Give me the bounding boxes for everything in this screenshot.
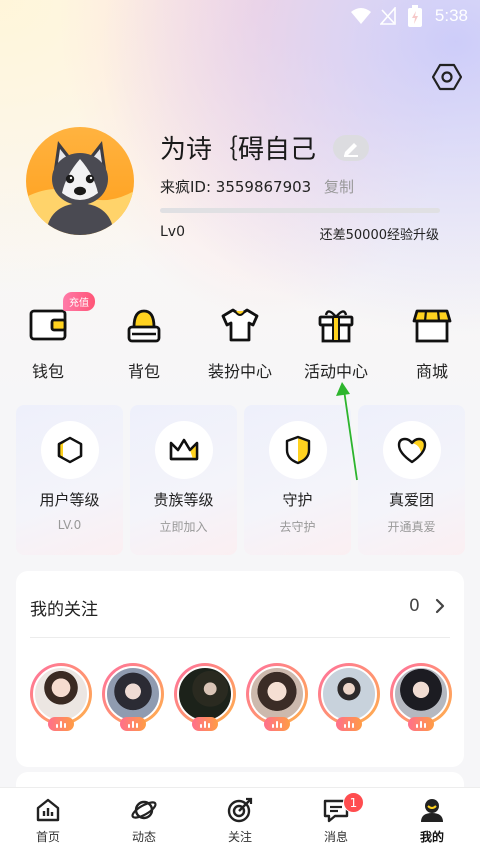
live-indicator-icon xyxy=(408,717,434,731)
live-indicator-icon xyxy=(120,717,146,731)
exp-hint: 还差50000经验升级 xyxy=(319,228,439,243)
wifi-icon xyxy=(351,8,371,24)
pencil-icon xyxy=(344,143,358,157)
nav-home-label: 首页 xyxy=(35,830,60,844)
crown-icon xyxy=(169,438,198,461)
anchor-photo xyxy=(321,666,377,722)
status-time: 5:38 xyxy=(434,6,468,25)
store-icon xyxy=(412,309,452,343)
followed-anchor-avatar[interactable] xyxy=(102,663,164,731)
my-following-card: 我的关注 0 xyxy=(16,571,464,767)
noble-level-card-sub: 立即加入 xyxy=(159,520,208,534)
recharge-badge: 充值 xyxy=(63,292,95,311)
user-level-card[interactable]: 用户等级 LV.0 xyxy=(16,405,123,555)
followed-anchor-avatar[interactable] xyxy=(246,663,308,731)
edit-profile-button[interactable] xyxy=(333,135,369,161)
nav-mine[interactable]: 我的 xyxy=(384,788,480,853)
dressup-center-label: 装扮中心 xyxy=(207,362,272,381)
user-level-card-sub: LV.0 xyxy=(57,518,82,532)
nav-home[interactable]: 首页 xyxy=(0,788,96,853)
true-love-card-title: 真爱团 xyxy=(388,491,434,509)
no-signal-icon xyxy=(380,7,396,25)
mall-label: 商城 xyxy=(415,362,448,381)
message-count-badge: 1 xyxy=(343,792,364,813)
backpack-button[interactable]: 背包 xyxy=(96,303,192,387)
nav-messages[interactable]: 消息 1 xyxy=(288,788,384,853)
shirt-icon xyxy=(221,308,259,342)
live-indicator-icon xyxy=(192,717,218,731)
anchor-photo xyxy=(33,666,89,722)
divider xyxy=(30,637,450,638)
noble-level-icon-circle xyxy=(154,421,213,479)
exp-progress-bar xyxy=(160,208,440,213)
shield-icon xyxy=(285,435,310,465)
true-love-card-sub: 开通真爱 xyxy=(387,520,436,534)
settings-gear-icon[interactable] xyxy=(432,62,462,92)
followed-anchor-avatar[interactable] xyxy=(30,663,92,731)
followed-anchor-avatar[interactable] xyxy=(390,663,452,731)
planet-icon xyxy=(131,800,157,820)
anchor-photo xyxy=(393,666,449,722)
status-bar: 5:38 xyxy=(0,0,480,34)
user-profile-icon xyxy=(421,799,443,822)
nav-moments[interactable]: 动态 xyxy=(96,788,192,853)
guard-card-sub: 去守护 xyxy=(279,520,316,534)
nav-mine-label: 我的 xyxy=(419,830,444,844)
mall-button[interactable]: 商城 xyxy=(384,303,480,387)
user-id: 来疯ID: 3559867903 xyxy=(160,178,312,196)
my-following-title: 我的关注 xyxy=(30,600,98,620)
wallet-label: 钱包 xyxy=(31,362,64,381)
anchor-photo xyxy=(105,666,161,722)
activity-center-button[interactable]: 活动中心 xyxy=(288,303,384,387)
annotation-arrow xyxy=(336,382,358,481)
nickname: 为诗｛碍自己 xyxy=(160,135,317,165)
guard-card-title: 守护 xyxy=(282,491,313,509)
true-love-card[interactable]: 真爱团 开通真爱 xyxy=(358,405,465,555)
user-level-icon-circle xyxy=(40,421,99,479)
chevron-right-icon[interactable] xyxy=(434,597,446,615)
heart-icon xyxy=(397,437,426,464)
nav-follow-label: 关注 xyxy=(227,830,252,844)
avatar[interactable] xyxy=(26,127,134,235)
nav-messages-label: 消息 xyxy=(323,830,348,844)
user-level: Lv0 xyxy=(160,224,185,240)
activity-center-label: 活动中心 xyxy=(303,362,368,381)
guard-icon-circle xyxy=(268,421,327,479)
battery-icon xyxy=(408,5,422,27)
husky-avatar-image xyxy=(26,127,134,235)
backpack-icon xyxy=(127,309,161,343)
following-count: 0 xyxy=(409,596,420,616)
true-love-icon-circle xyxy=(382,421,441,479)
nav-moments-label: 动态 xyxy=(131,830,156,844)
live-indicator-icon xyxy=(48,717,74,731)
live-indicator-icon xyxy=(336,717,362,731)
target-icon xyxy=(227,797,253,823)
dressup-center-button[interactable]: 装扮中心 xyxy=(192,303,288,387)
noble-level-card-title: 贵族等级 xyxy=(153,491,214,509)
user-level-card-title: 用户等级 xyxy=(39,491,100,509)
followed-anchor-avatar[interactable] xyxy=(318,663,380,731)
backpack-label: 背包 xyxy=(127,362,160,381)
wallet-button[interactable]: 钱包 xyxy=(0,303,96,387)
bottom-navigation: 首页 动态 关注 消息 1 我的 xyxy=(0,787,480,853)
anchor-photo xyxy=(177,666,233,722)
live-indicator-icon xyxy=(264,717,290,731)
anchor-photo xyxy=(249,666,305,722)
hexagon-icon xyxy=(57,436,82,464)
copy-id-button[interactable]: 复制 xyxy=(324,176,354,197)
followed-anchor-avatar[interactable] xyxy=(174,663,236,731)
nav-follow[interactable]: 关注 xyxy=(192,788,288,853)
home-chart-icon xyxy=(36,798,60,822)
noble-level-card[interactable]: 贵族等级 立即加入 xyxy=(130,405,237,555)
gift-icon xyxy=(318,310,354,343)
